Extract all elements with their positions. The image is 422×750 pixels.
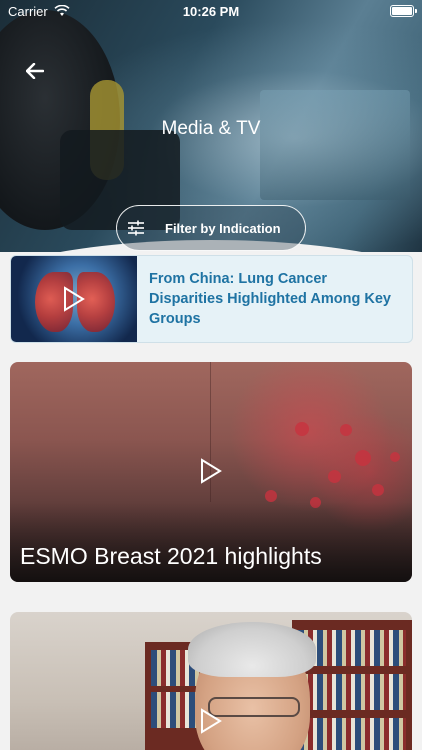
status-bar: Carrier 10:26 PM xyxy=(0,0,422,22)
hero-banner: Media & TV Filter by Indication xyxy=(0,0,422,252)
page-title: Media & TV xyxy=(161,118,261,139)
carrier-label: Carrier xyxy=(8,3,48,19)
video-card[interactable]: ESMO Breast 2021 highlights xyxy=(10,362,412,582)
article-thumbnail xyxy=(11,256,137,342)
article-title: From China: Lung Cancer Disparities High… xyxy=(149,271,391,327)
status-time: 10:26 PM xyxy=(182,3,240,19)
play-icon xyxy=(64,286,85,312)
sliders-icon xyxy=(125,217,147,239)
filter-by-indication-button[interactable]: Filter by Indication xyxy=(116,205,306,251)
back-button[interactable] xyxy=(22,58,48,84)
battery-level xyxy=(392,7,412,15)
hero-background-stage xyxy=(260,90,410,200)
video-card[interactable] xyxy=(10,612,412,750)
play-icon xyxy=(201,458,222,484)
filter-button-label: Filter by Indication xyxy=(165,220,281,236)
video-title: ESMO Breast 2021 highlights xyxy=(20,543,322,569)
arrow-left-icon xyxy=(26,63,44,79)
article-card[interactable]: From China: Lung Cancer Disparities High… xyxy=(10,255,413,343)
battery-icon xyxy=(390,5,417,17)
wifi-icon xyxy=(54,5,70,16)
play-icon xyxy=(201,708,222,734)
video-overlay xyxy=(10,502,412,582)
video-thumbnail-speaker-hair xyxy=(188,622,316,677)
